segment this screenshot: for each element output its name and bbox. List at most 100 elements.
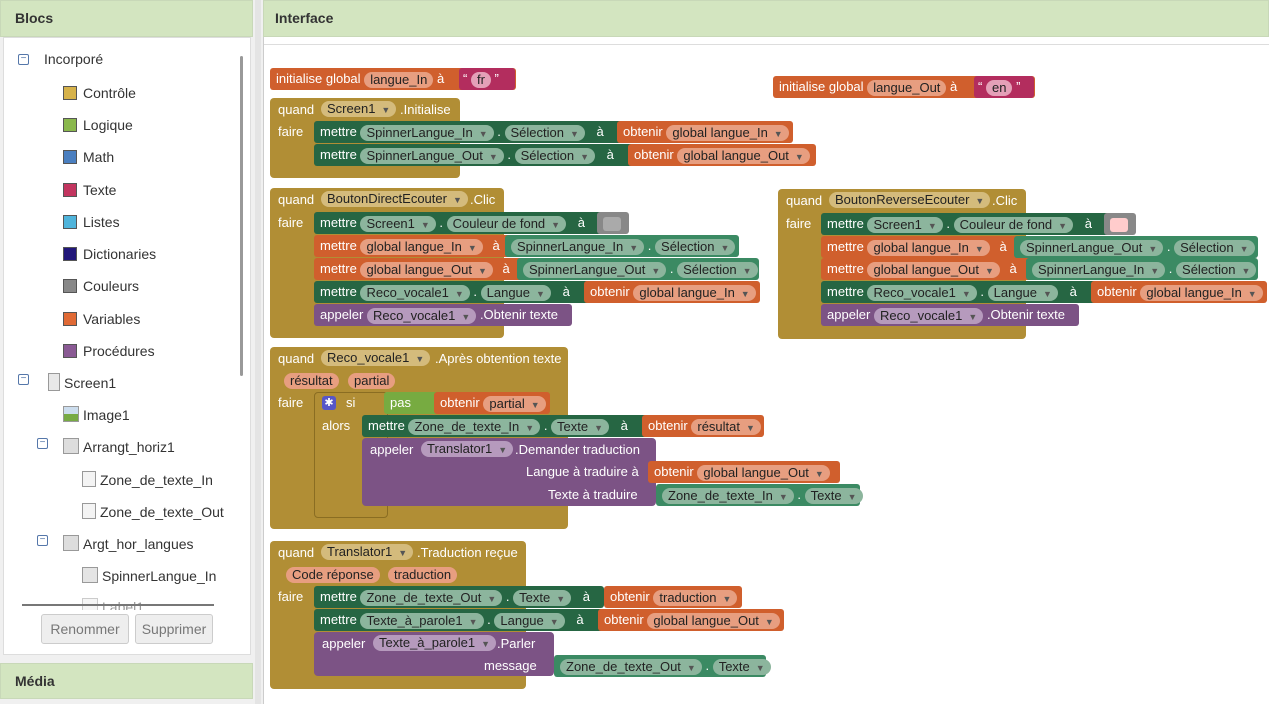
parameter-resultat[interactable]: résultat [284,373,339,389]
component-dropdown[interactable]: Reco_vocale1 ▼ [360,284,470,301]
property-dropdown[interactable]: Texte ▼ [804,487,863,504]
blocks-workspace[interactable]: initialise global langue_In à “ fr ” ini… [263,37,1269,704]
get-zone-in-texte-block[interactable]: Zone_de_texte_In ▼ . Texte ▼ [656,484,863,506]
component-dropdown[interactable]: Reco_vocale1 ▼ [367,307,477,324]
component-dropdown[interactable]: SpinnerLangue_Out ▼ [1020,239,1164,256]
set-global-langue-in-block[interactable]: mettre global langue_In ▼ à [314,235,514,257]
collapse-icon[interactable]: − [37,438,48,449]
get-global-langue-in-block[interactable]: obtenir global langue_In ▼ [617,121,793,143]
parameter-traduction[interactable]: traduction [388,567,458,583]
tree-item-incorpore[interactable]: Incorporé [44,47,103,71]
get-spinner-out-selection-block[interactable]: SpinnerLangue_Out ▼ . Sélection ▼ [517,258,759,280]
component-dropdown[interactable]: Screen1 ▼ [867,216,943,233]
set-screen1-bgcolor-block[interactable]: mettre Screen1 ▼ . Couleur de fond ▼ à [821,213,1111,235]
set-global-langue-in-block[interactable]: mettre global langue_In ▼ à [821,236,1021,258]
variable-name-field[interactable]: langue_Out [867,79,947,96]
get-global-langue-out-block[interactable]: obtenir global langue_Out ▼ [598,609,784,631]
component-dropdown[interactable]: Reco_vocale1 ▼ [867,284,977,301]
panel-divider[interactable] [255,0,261,704]
tree-item-variables[interactable]: Variables [63,307,140,331]
tree-item-texte[interactable]: Texte [63,178,116,202]
component-dropdown[interactable]: SpinnerLangue_Out ▼ [360,147,504,164]
component-dropdown[interactable]: BoutonDirectEcouter ▼ [321,191,468,207]
set-reco-langue-block[interactable]: mettre Reco_vocale1 ▼ . Langue ▼ à [821,281,1099,303]
vertical-scrollbar[interactable] [240,56,243,376]
variable-dropdown[interactable]: global langue_In ▼ [867,239,990,256]
logic-not-block[interactable]: pas [384,392,440,414]
get-spinner-in-selection-block[interactable]: SpinnerLangue_In ▼ . Sélection ▼ [1026,258,1258,280]
component-dropdown[interactable]: SpinnerLangue_In ▼ [511,238,645,255]
get-spinner-in-selection-block[interactable]: SpinnerLangue_In ▼ . Sélection ▼ [505,235,739,257]
parameter-code-reponse[interactable]: Code réponse [286,567,380,583]
variable-dropdown[interactable]: global langue_Out ▼ [697,464,830,481]
get-resultat-block[interactable]: obtenir résultat ▼ [642,415,764,437]
delete-button[interactable]: Supprimer [135,614,213,644]
tree-item-argt-hor-langues[interactable]: Argt_hor_langues [63,532,194,556]
variable-dropdown[interactable]: partial ▼ [483,395,546,412]
property-dropdown[interactable]: Sélection ▼ [514,147,596,164]
tree-item-spinner-in[interactable]: SpinnerLangue_In [82,564,216,588]
tree-item-zone-in[interactable]: Zone_de_texte_In [82,468,213,492]
variable-dropdown[interactable]: traduction ▼ [653,589,738,606]
text-fr-block[interactable]: “ fr ” [459,68,515,90]
set-spinner-in-selection-block[interactable]: mettre SpinnerLangue_In ▼ . Sélection ▼ à [314,121,626,143]
variable-dropdown[interactable]: global langue_In ▼ [1140,284,1263,301]
call-reco-obtenir-texte-block[interactable]: appeler Reco_vocale1 ▼ .Obtenir texte [821,304,1079,326]
set-screen1-bgcolor-block[interactable]: mettre Screen1 ▼ . Couleur de fond ▼ à [314,212,604,234]
variable-dropdown[interactable]: global langue_Out ▼ [360,261,493,278]
color-gray-block[interactable] [597,212,629,234]
gear-icon[interactable]: ✱ [322,396,336,410]
tree-item-logique[interactable]: Logique [63,113,133,137]
component-dropdown[interactable]: Translator1 ▼ [321,544,414,560]
variable-dropdown[interactable]: résultat ▼ [691,418,761,435]
component-dropdown[interactable]: Zone_de_texte_In ▼ [408,418,541,435]
tree-item-arrangt-horiz1[interactable]: Arrangt_horiz1 [63,435,175,459]
set-global-langue-out-block[interactable]: mettre global langue_Out ▼ à [821,258,1033,280]
set-spinner-out-selection-block[interactable]: mettre SpinnerLangue_Out ▼ . Sélection ▼ à [314,144,636,166]
component-dropdown[interactable]: Texte_à_parole1 ▼ [373,635,497,651]
variable-dropdown[interactable]: global langue_In ▼ [633,284,756,301]
component-dropdown[interactable]: Texte_à_parole1 ▼ [360,612,484,629]
set-zone-in-texte-block[interactable]: mettre Zone_de_texte_In ▼ . Texte ▼ à [362,415,652,437]
variable-dropdown[interactable]: global langue_In ▼ [666,124,789,141]
color-swatch[interactable] [603,216,621,231]
property-dropdown[interactable]: Texte ▼ [712,658,771,675]
tree-item-screen1[interactable]: Screen1 [48,371,116,395]
set-reco-langue-block[interactable]: mettre Reco_vocale1 ▼ . Langue ▼ à [314,281,592,303]
property-dropdown[interactable]: Langue ▼ [987,284,1058,301]
component-dropdown[interactable]: Reco_vocale1 ▼ [874,307,984,324]
tree-item-image1[interactable]: Image1 [63,403,130,427]
text-value-field[interactable]: fr [470,71,491,88]
call-reco-obtenir-texte-block[interactable]: appeler Reco_vocale1 ▼ .Obtenir texte [314,304,572,326]
component-dropdown[interactable]: Translator1 ▼ [421,441,514,457]
rename-button[interactable]: Renommer [41,614,129,644]
get-traduction-block[interactable]: obtenir traduction ▼ [604,586,742,608]
component-dropdown[interactable]: Screen1 ▼ [321,101,397,117]
get-partial-block[interactable]: obtenir partial ▼ [434,392,550,414]
get-global-langue-out-block[interactable]: obtenir global langue_Out ▼ [628,144,816,166]
property-dropdown[interactable]: Texte ▼ [551,418,610,435]
component-dropdown[interactable]: Reco_vocale1 ▼ [321,350,431,366]
tree-item-procedures[interactable]: Procédures [63,339,155,363]
property-dropdown[interactable]: Couleur de fond ▼ [953,216,1074,233]
get-global-langue-out-block[interactable]: obtenir global langue_Out ▼ [648,461,840,483]
tree-item-listes[interactable]: Listes [63,210,120,234]
property-dropdown[interactable]: Sélection ▼ [1174,239,1255,256]
tree-item-label1[interactable]: Label1 [82,595,144,610]
component-dropdown[interactable]: SpinnerLangue_In ▼ [360,124,494,141]
component-dropdown[interactable]: Zone_de_texte_In ▼ [662,487,794,504]
variable-dropdown[interactable]: global langue_In ▼ [360,238,483,255]
get-spinner-out-selection-block[interactable]: SpinnerLangue_Out ▼ . Sélection ▼ [1014,236,1258,258]
property-dropdown[interactable]: Langue ▼ [494,612,565,629]
tree-item-math[interactable]: Math [63,145,114,169]
tree-item-controle[interactable]: Contrôle [63,81,136,105]
property-dropdown[interactable]: Sélection ▼ [677,261,758,278]
collapse-icon[interactable]: − [37,535,48,546]
blocks-tree[interactable]: − Incorporé Contrôle Logique Math Texte … [4,38,244,610]
set-zone-out-texte-block[interactable]: mettre Zone_de_texte_Out ▼ . Texte ▼ à [314,586,604,608]
property-dropdown[interactable]: Texte ▼ [513,589,572,606]
property-dropdown[interactable]: Langue ▼ [480,284,551,301]
variable-dropdown[interactable]: global langue_Out ▼ [647,612,780,629]
collapse-icon[interactable]: − [18,54,29,65]
color-swatch[interactable] [1110,217,1128,232]
